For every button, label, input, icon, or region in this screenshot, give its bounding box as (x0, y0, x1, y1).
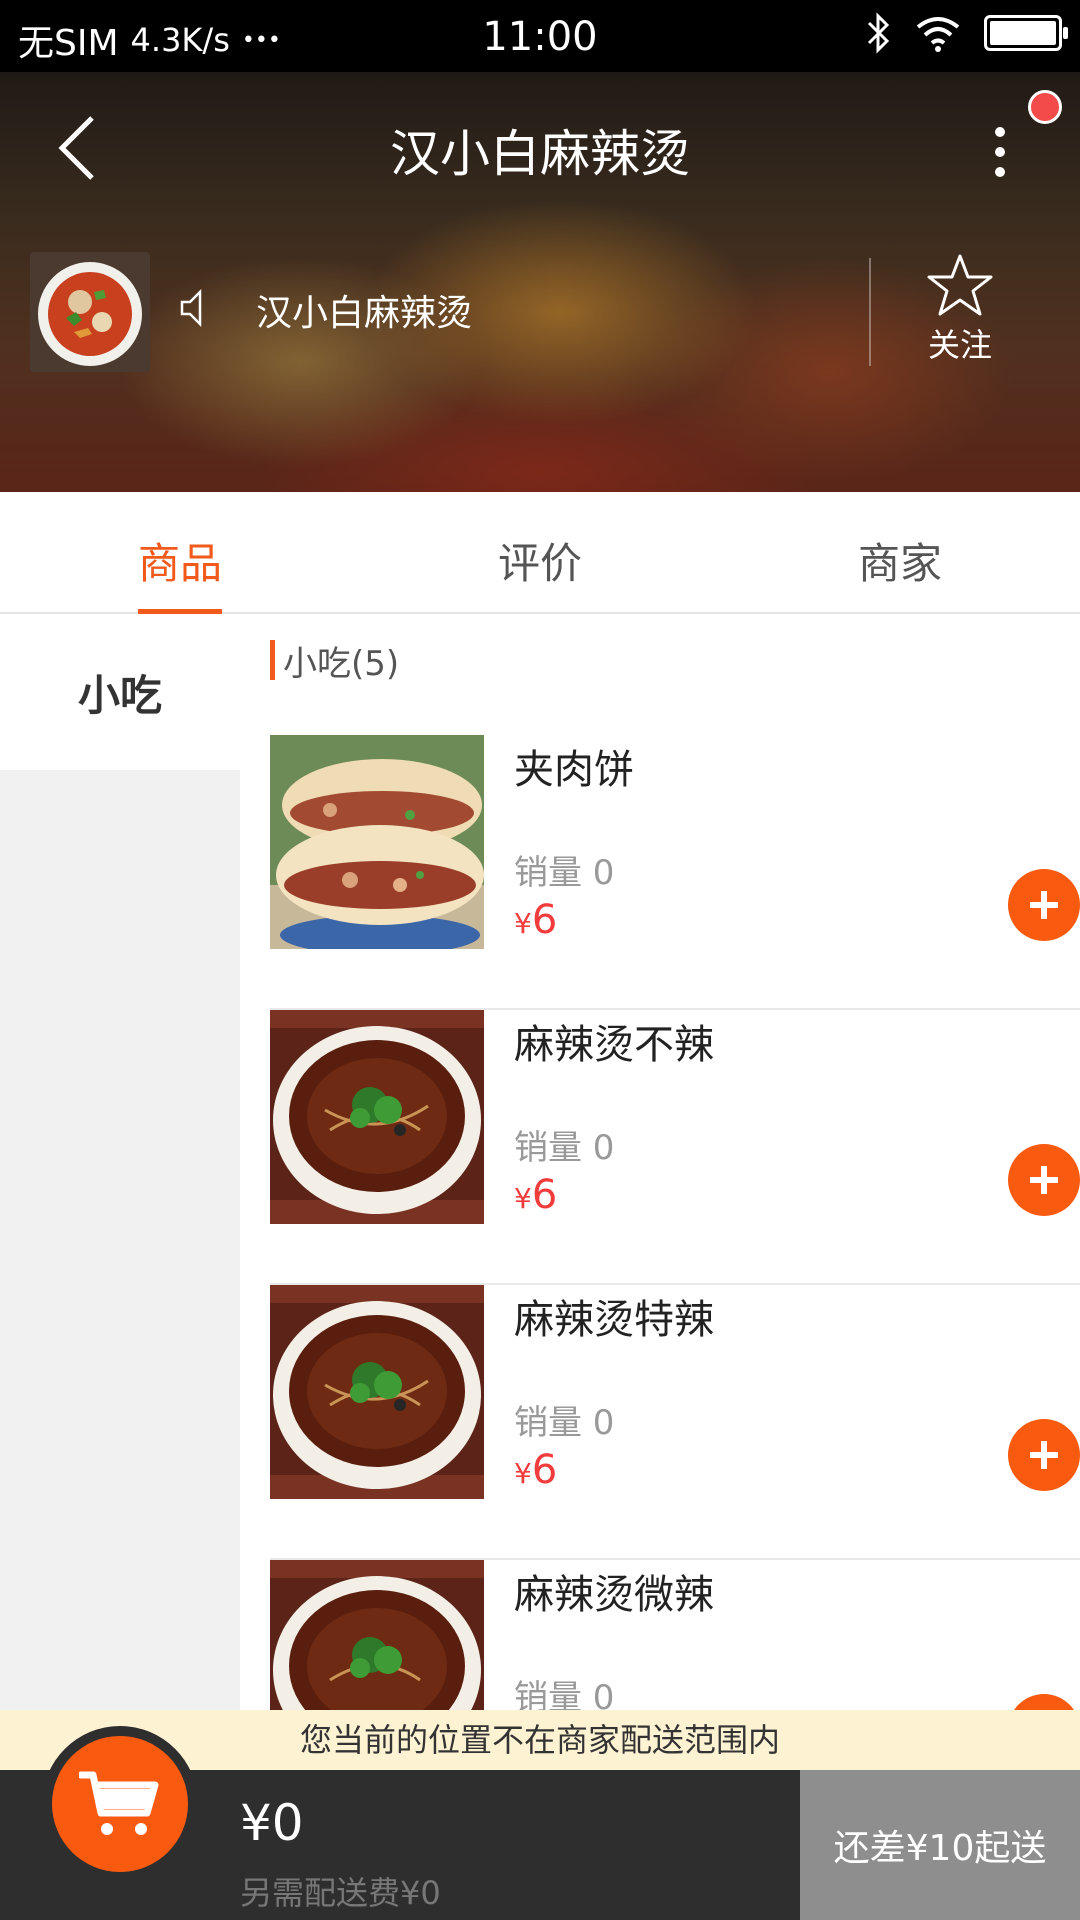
product-image[interactable] (270, 735, 484, 949)
product-image[interactable] (270, 1285, 484, 1499)
cart-bar: ¥0 另需配送费¥0 还差¥10起送 (0, 1726, 1080, 1920)
cart-button[interactable] (52, 1736, 188, 1872)
tab-reviews[interactable]: 评价 (360, 492, 720, 612)
category-header: 小吃(5) (270, 640, 399, 684)
tab-merchant-label: 商家 (857, 539, 942, 588)
currency-symbol: ¥ (514, 1182, 532, 1215)
follow-label: 关注 (927, 326, 992, 364)
follow-button[interactable]: 关注 (920, 252, 1000, 366)
product-name: 麻辣烫微辣 (514, 1572, 714, 1618)
tab-goods[interactable]: 商品 (0, 492, 360, 614)
shop-avatar (30, 252, 150, 372)
battery-icon (984, 15, 1068, 51)
product-item[interactable]: 夹肉饼 销量 0 ¥6 (270, 735, 1080, 1010)
sidebar-item-snacks[interactable]: 小吃 (0, 614, 240, 770)
checkout-button[interactable]: 还差¥10起送 (800, 1770, 1080, 1920)
product-price: ¥6 (514, 1447, 557, 1493)
sidebar-item-label: 小吃 (77, 670, 162, 720)
product-list: 小吃(5) 夹肉饼 销量 0 ¥6 麻辣烫不辣 销量 0 ¥6 麻辣烫特辣 销量… (240, 614, 1080, 1710)
more-menu-icon[interactable] (985, 112, 1015, 192)
product-item[interactable]: 麻辣烫微辣 销量 0 ¥6 (270, 1560, 1080, 1710)
tab-goods-label: 商品 (137, 539, 222, 588)
delivery-fee: 另需配送费¥0 (240, 1874, 441, 1912)
tab-reviews-label: 评价 (497, 539, 582, 588)
product-image[interactable] (270, 1010, 484, 1224)
cart-button-wrapper (42, 1726, 198, 1882)
product-price: ¥6 (514, 897, 557, 943)
currency-symbol: ¥ (514, 1457, 532, 1490)
page-title: 汉小白麻辣烫 (390, 125, 690, 183)
currency-symbol: ¥ (514, 907, 532, 940)
shopping-cart-icon (79, 1771, 159, 1835)
category-title: 小吃(5) (283, 643, 400, 684)
price-value: 6 (531, 1172, 558, 1218)
product-sales: 销量 0 (514, 853, 615, 893)
product-sales: 销量 0 (514, 1678, 615, 1710)
product-sales: 销量 0 (514, 1128, 615, 1168)
product-name: 麻辣烫特辣 (514, 1297, 714, 1343)
price-value: 6 (531, 897, 558, 943)
status-bar: 无SIM 4.3K/s ••• 11:00 (0, 0, 1080, 72)
shop-header: 汉小白麻辣烫 汉小白麻辣烫 关注 (0, 72, 1080, 492)
product-name: 夹肉饼 (514, 747, 634, 793)
price-value: 6 (531, 1447, 558, 1493)
product-name: 麻辣烫不辣 (514, 1022, 714, 1068)
product-item[interactable]: 麻辣烫不辣 销量 0 ¥6 (270, 1010, 1080, 1285)
cart-total: ¥0 (240, 1794, 304, 1852)
product-image[interactable] (270, 1560, 484, 1710)
tab-merchant[interactable]: 商家 (720, 492, 1080, 612)
product-item[interactable]: 麻辣烫特辣 销量 0 ¥6 (270, 1285, 1080, 1560)
category-accent-bar (270, 640, 275, 680)
star-icon (927, 254, 993, 316)
bluetooth-icon (867, 12, 890, 54)
tab-bar: 商品 评价 商家 (0, 492, 1080, 614)
status-right (866, 12, 1068, 54)
shop-name: 汉小白麻辣烫 (256, 293, 473, 334)
add-to-cart-button[interactable] (1008, 869, 1080, 941)
announcement-speaker-icon (180, 288, 202, 328)
header-divider (869, 258, 871, 366)
add-to-cart-button[interactable] (1008, 1144, 1080, 1216)
category-sidebar: 小吃 (0, 614, 240, 1710)
product-sales: 销量 0 (514, 1403, 615, 1443)
wifi-icon (916, 17, 960, 52)
add-to-cart-button[interactable] (1008, 1694, 1080, 1710)
add-to-cart-button[interactable] (1008, 1419, 1080, 1491)
product-price: ¥6 (514, 1172, 557, 1218)
notification-dot (1028, 90, 1062, 124)
